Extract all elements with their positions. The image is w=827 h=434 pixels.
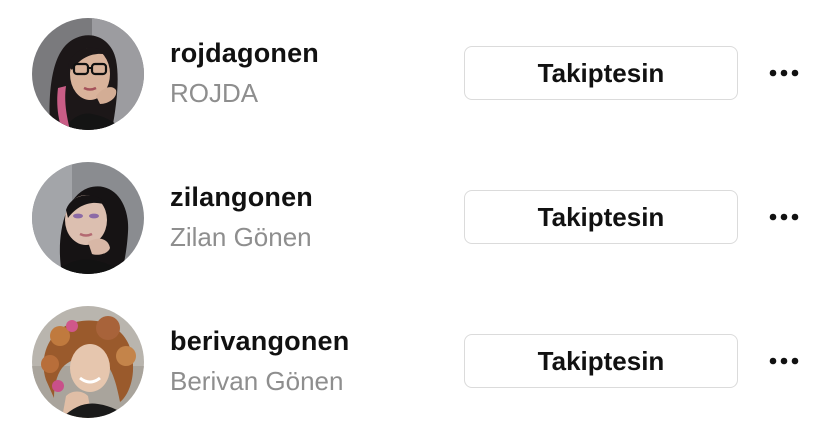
more-horizontal-icon bbox=[769, 357, 799, 365]
avatar[interactable] bbox=[32, 306, 144, 418]
list-item: berivangonen Berivan Gönen Takiptesin bbox=[0, 290, 827, 434]
more-horizontal-icon bbox=[769, 69, 799, 77]
username[interactable]: berivangonen bbox=[170, 326, 349, 357]
full-name: Zilan Gönen bbox=[170, 222, 312, 252]
username[interactable]: rojdagonen bbox=[170, 38, 319, 69]
following-button[interactable]: Takiptesin bbox=[464, 190, 738, 244]
full-name: ROJDA bbox=[170, 78, 259, 108]
avatar[interactable] bbox=[32, 162, 144, 274]
username[interactable]: zilangonen bbox=[170, 182, 313, 213]
avatar[interactable] bbox=[32, 18, 144, 130]
more-options-button[interactable] bbox=[764, 58, 804, 88]
following-button[interactable]: Takiptesin bbox=[464, 334, 738, 388]
avatar-image bbox=[32, 306, 144, 418]
following-button[interactable]: Takiptesin bbox=[464, 46, 738, 100]
following-list: rojdagonen ROJDA Takiptesin zilangonen Z… bbox=[0, 0, 827, 431]
avatar-image bbox=[32, 162, 144, 274]
avatar-image bbox=[32, 18, 144, 130]
list-item: rojdagonen ROJDA Takiptesin bbox=[0, 2, 827, 146]
more-options-button[interactable] bbox=[764, 346, 804, 376]
more-options-button[interactable] bbox=[764, 202, 804, 232]
list-item: zilangonen Zilan Gönen Takiptesin bbox=[0, 146, 827, 290]
full-name: Berivan Gönen bbox=[170, 366, 344, 396]
more-horizontal-icon bbox=[769, 213, 799, 221]
